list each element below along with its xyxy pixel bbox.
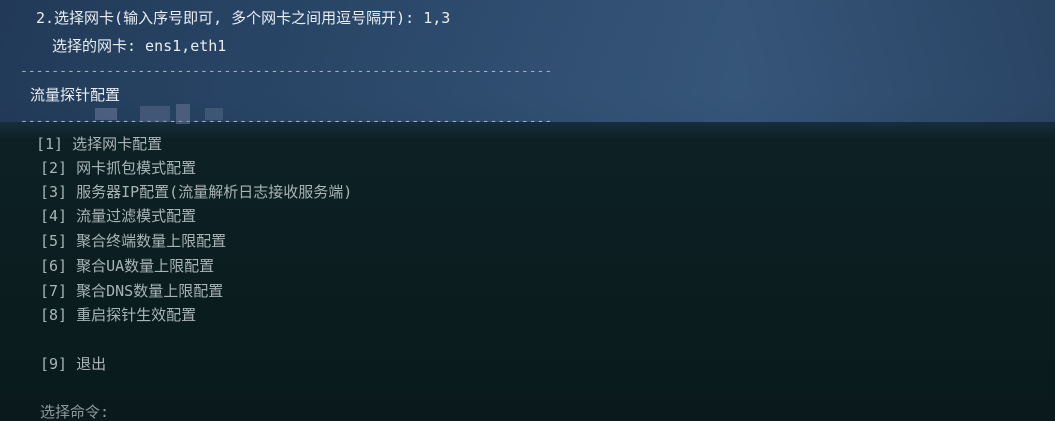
menu-item-3: [3] 服务器IP配置(流量解析日志接收服务端) [40,183,353,201]
menu-item-1: [1] 选择网卡配置 [36,135,163,153]
section-title: 流量探针配置 [30,86,121,104]
terminal-window[interactable]: 2.选择网卡(输入序号即可, 多个网卡之间用逗号隔开): 1,3 选择的网卡: … [0,0,1055,421]
render-artifact [140,106,170,122]
menu-item-6: [6] 聚合UA数量上限配置 [40,257,215,275]
separator-top: ----------------------------------------… [20,64,553,79]
command-input-cursor[interactable] [118,404,120,418]
menu-item-7: [7] 聚合DNS数量上限配置 [40,282,224,300]
menu-item-4: [4] 流量过滤模式配置 [40,207,197,225]
menu-item-2: [2] 网卡抓包模式配置 [40,159,197,177]
command-prompt[interactable]: 选择命令: [40,402,109,421]
menu-item-exit: [9] 退出 [40,355,107,373]
nic-select-prompt: 2.选择网卡(输入序号即可, 多个网卡之间用逗号隔开): 1,3 [36,9,451,27]
render-artifact [205,108,223,120]
menu-item-5: [5] 聚合终端数量上限配置 [40,232,227,250]
menu-item-8: [8] 重启探针生效配置 [40,306,197,324]
selected-nics-line: 选择的网卡: ens1,eth1 [52,37,227,55]
render-artifact [176,104,190,124]
render-artifact [95,108,117,120]
